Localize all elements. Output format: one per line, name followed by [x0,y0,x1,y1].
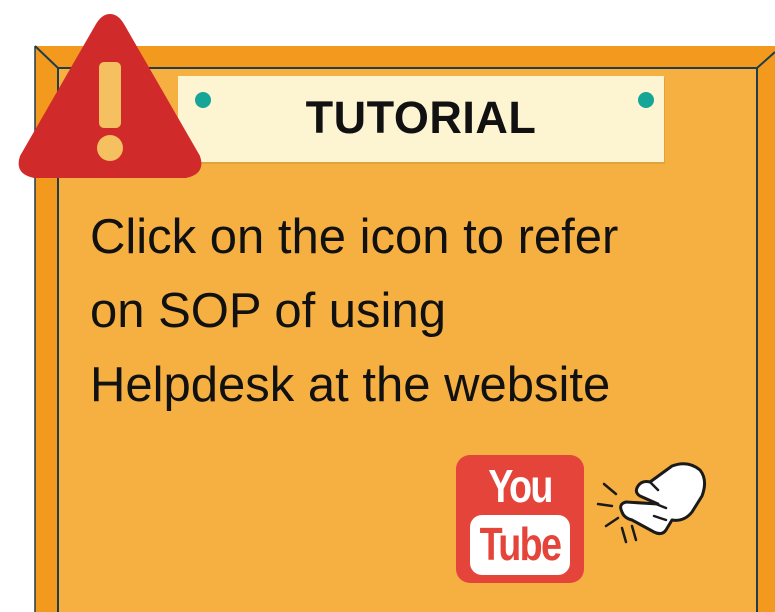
pointing-hand-icon [596,462,707,544]
warning-exclamation-icon [18,14,202,178]
title-card: TUTORIAL [178,76,664,162]
instruction-text: Click on the icon to refer on SOP of usi… [90,200,710,422]
page-title: TUTORIAL [305,92,537,143]
youtube-icon[interactable]: You Tube [456,455,584,583]
instruction-line: Helpdesk at the website [90,358,611,412]
instruction-line: Click on the icon to refer [90,210,619,264]
youtube-word-tube: Tube [479,518,562,570]
instruction-line: on SOP of using [90,284,446,338]
youtube-tube-box: Tube [470,515,570,575]
youtube-word-you: You [488,460,553,512]
